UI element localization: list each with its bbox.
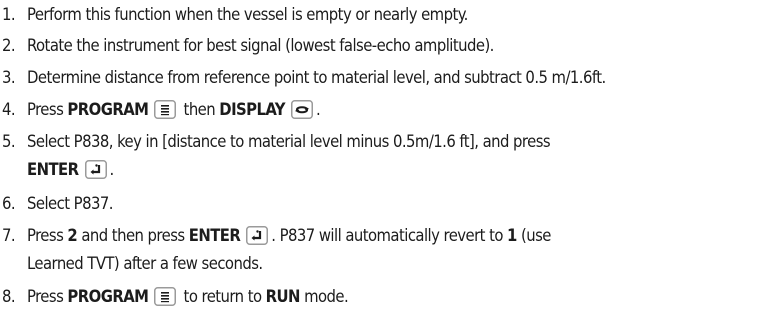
step-number: 6. bbox=[2, 194, 16, 213]
step-number: 4. bbox=[2, 100, 16, 119]
step-number: 5. bbox=[2, 132, 16, 151]
step-text: Select P837. bbox=[27, 194, 113, 213]
step-text-segment: . P837 will automatically revert to bbox=[271, 226, 508, 245]
enter-key-label: ENTER bbox=[27, 160, 79, 179]
step-text: Select P838, key in [distance to materia… bbox=[27, 132, 551, 151]
step-number: 7. bbox=[2, 226, 16, 245]
step-text-segment: . bbox=[315, 100, 321, 119]
step-text: Learned TVT) after a few seconds. bbox=[27, 254, 263, 273]
step-text-segment: mode. bbox=[299, 287, 349, 306]
step-text-segment: and then press bbox=[77, 226, 189, 245]
program-key-icon bbox=[154, 287, 177, 306]
step-text-segment: to return to bbox=[179, 287, 266, 306]
step-text-segment: . bbox=[109, 160, 115, 179]
enter-key-icon bbox=[246, 226, 269, 245]
instruction-steps: 1. Perform this function when the vessel… bbox=[0, 0, 781, 317]
step-value: 1 bbox=[507, 226, 517, 245]
step-text-segment: Press bbox=[27, 226, 68, 245]
step-text-segment: then bbox=[179, 100, 220, 119]
display-key-label: DISPLAY bbox=[219, 100, 285, 119]
step-text: Rotate the instrument for best signal (l… bbox=[27, 36, 494, 55]
program-key-label: PROGRAM bbox=[67, 287, 149, 306]
enter-key-label: ENTER bbox=[188, 226, 241, 245]
step-text: Press PROGRAM to return to RUN mode. bbox=[27, 283, 349, 310]
step-text: Press PROGRAM then DISPLAY. bbox=[27, 96, 321, 123]
program-key-label: PROGRAM bbox=[67, 100, 149, 119]
step-value: 2 bbox=[67, 226, 78, 245]
step-number: 1. bbox=[2, 5, 16, 24]
run-mode-label: RUN bbox=[265, 287, 301, 306]
step-number: 2. bbox=[2, 36, 16, 55]
display-key-icon bbox=[290, 100, 313, 119]
step-text-segment: Press bbox=[27, 287, 68, 306]
enter-key-icon bbox=[84, 160, 107, 179]
step-text: Perform this function when the vessel is… bbox=[27, 5, 468, 24]
step-text: Determine distance from reference point … bbox=[27, 68, 606, 87]
step-text-segment: (use bbox=[516, 226, 551, 245]
step-text: Press 2 and then press ENTER . P837 will … bbox=[27, 222, 551, 249]
program-key-icon bbox=[154, 100, 177, 119]
step-text-segment: Press bbox=[27, 100, 68, 119]
step-number: 8. bbox=[2, 287, 16, 306]
step-text: ENTER. bbox=[27, 156, 114, 183]
step-number: 3. bbox=[2, 68, 16, 87]
